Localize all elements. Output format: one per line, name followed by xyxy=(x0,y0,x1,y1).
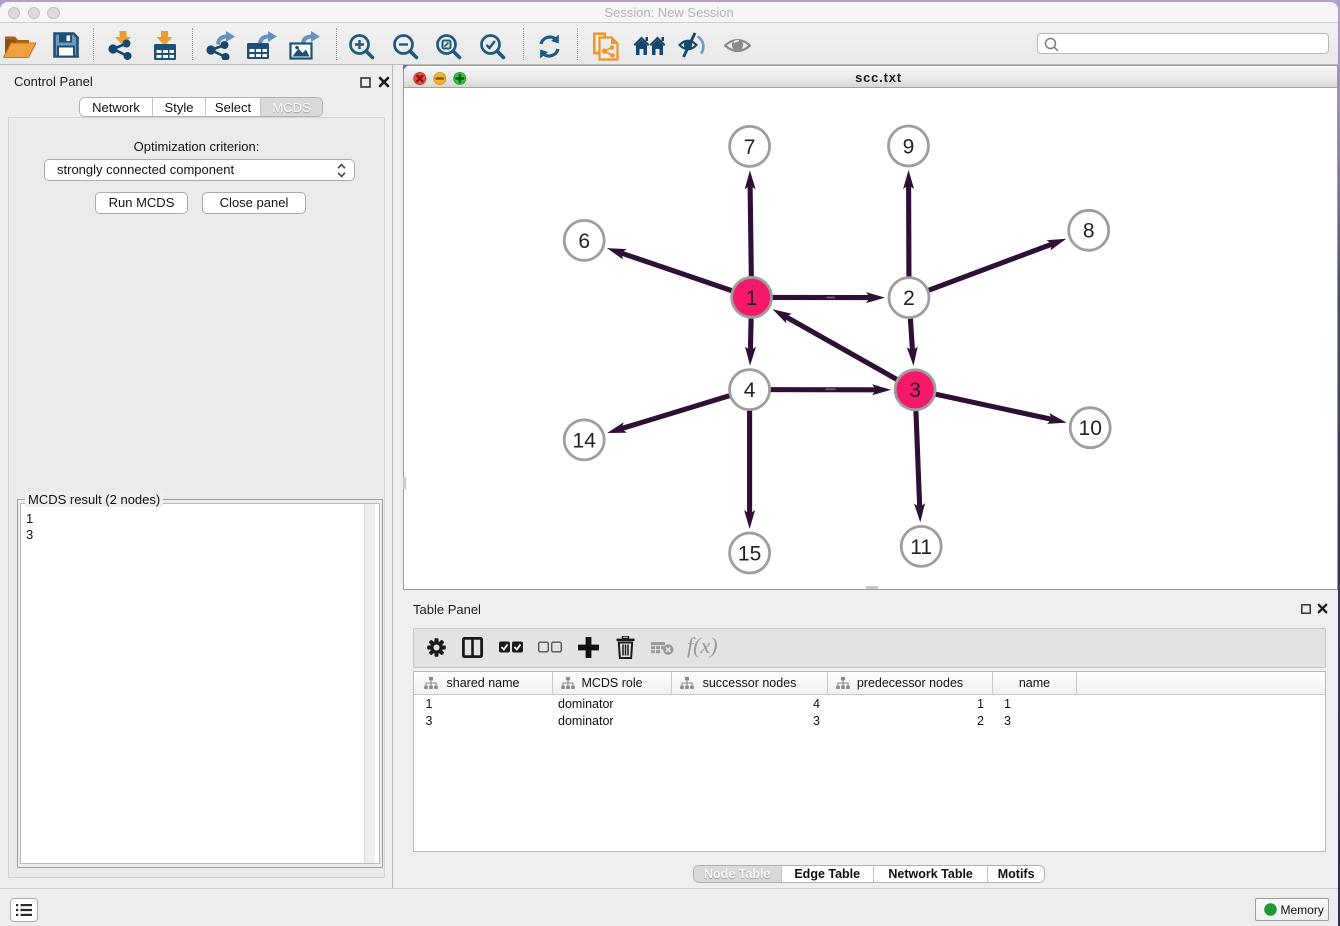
svg-text:10: 10 xyxy=(1078,417,1101,440)
svg-text:7: 7 xyxy=(743,136,755,159)
svg-text:3: 3 xyxy=(909,379,921,402)
svg-text:8: 8 xyxy=(1082,220,1094,243)
svg-text:4: 4 xyxy=(743,379,755,402)
svg-text:15: 15 xyxy=(737,542,760,565)
svg-text:14: 14 xyxy=(572,429,596,452)
svg-text:1: 1 xyxy=(745,287,757,310)
svg-text:11: 11 xyxy=(910,536,932,559)
svg-text:9: 9 xyxy=(902,135,914,158)
svg-text:2: 2 xyxy=(903,287,915,310)
svg-text:6: 6 xyxy=(578,230,590,253)
